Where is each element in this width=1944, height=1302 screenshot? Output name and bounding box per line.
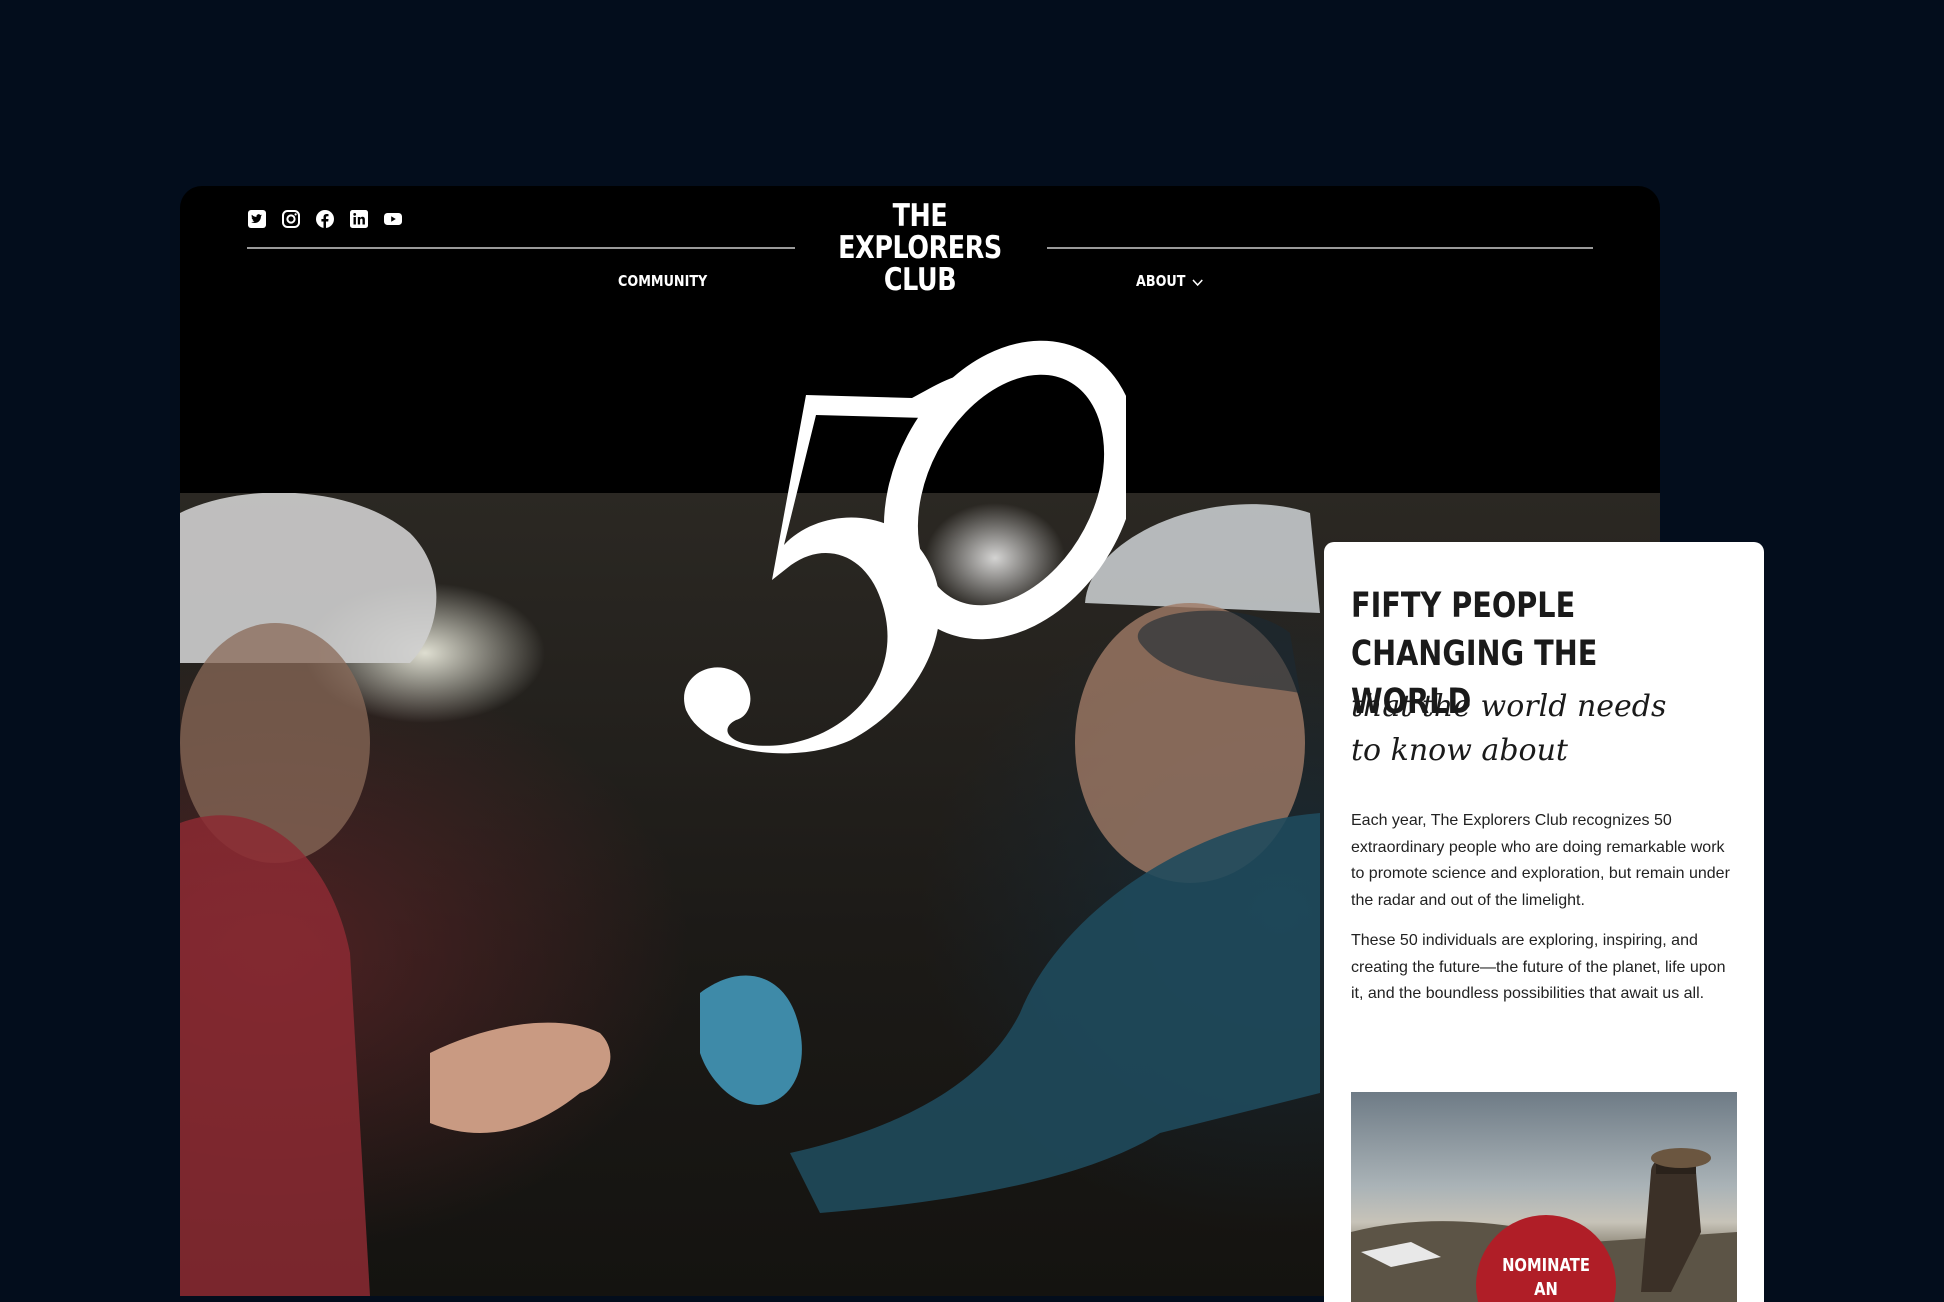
header-divider-left: [247, 247, 795, 249]
nominate-label: NOMINATE: [1502, 1255, 1590, 1276]
nominate-promo-image[interactable]: NOMINATE AN: [1351, 1092, 1737, 1302]
nav-about-label: ABOUT: [1136, 272, 1186, 290]
card-subtitle: that the world needs to know about: [1351, 689, 1667, 768]
intro-card: FIFTY PEOPLE CHANGING THE WORLD that the…: [1324, 542, 1764, 1302]
nav-about[interactable]: ABOUT: [1136, 272, 1203, 291]
instagram-icon[interactable]: [281, 209, 301, 229]
social-links: [247, 209, 403, 229]
linkedin-icon[interactable]: [349, 209, 369, 229]
header-divider-right: [1047, 247, 1593, 249]
nominate-label: AN: [1534, 1279, 1558, 1300]
logo-line: EXPLORERS: [838, 230, 1002, 266]
card-paragraph: Each year, The Explorers Club recognizes…: [1351, 812, 1730, 909]
fifty-numeral: [684, 340, 1126, 754]
card-paragraph: These 50 individuals are exploring, insp…: [1351, 932, 1726, 1002]
facebook-icon[interactable]: [315, 209, 335, 229]
chevron-down-icon: [1192, 273, 1203, 291]
explorers-club-logo[interactable]: THE EXPLORERS CLUB: [838, 200, 1002, 296]
nav-community[interactable]: COMMUNITY: [618, 272, 707, 290]
youtube-icon[interactable]: [383, 209, 403, 229]
twitter-icon[interactable]: [247, 209, 267, 229]
logo-line: CLUB: [883, 262, 957, 298]
logo-line: THE: [892, 198, 948, 234]
